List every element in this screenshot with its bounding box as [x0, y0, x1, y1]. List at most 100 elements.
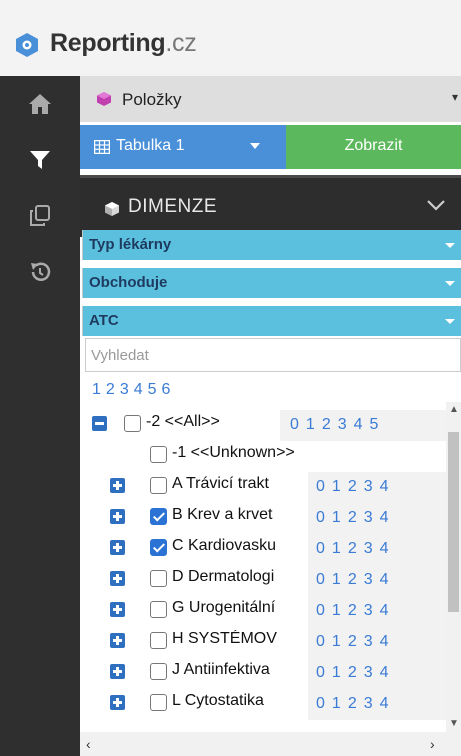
level-link-6[interactable]: 6 — [162, 381, 171, 398]
expand-icon[interactable] — [110, 602, 125, 617]
tree-row-label[interactable]: -1 <<Unknown>> — [172, 444, 432, 462]
tree-row-label[interactable]: A Trávicí trakt — [172, 475, 306, 493]
row-level-link[interactable]: 2 — [348, 571, 357, 588]
row-level-link[interactable]: 1 — [306, 416, 315, 433]
level-link-3[interactable]: 3 — [120, 381, 129, 398]
row-level-link[interactable]: 3 — [364, 633, 373, 650]
row-level-link[interactable]: 2 — [322, 416, 331, 433]
scroll-down-icon[interactable]: ▼ — [449, 718, 459, 729]
level-link-4[interactable]: 4 — [134, 381, 143, 398]
vertical-scrollbar[interactable]: ▲ ▼ — [446, 402, 461, 732]
tree-row-label[interactable]: G Urogenitální — [172, 599, 306, 617]
row-level-link[interactable]: 4 — [380, 571, 389, 588]
row-level-link[interactable]: 1 — [332, 633, 341, 650]
expand-icon[interactable] — [110, 664, 125, 679]
row-level-link[interactable]: 2 — [348, 478, 357, 495]
row-level-link[interactable]: 3 — [364, 571, 373, 588]
row-level-link[interactable]: 4 — [380, 602, 389, 619]
items-selector[interactable]: Položky ▾ — [80, 76, 461, 122]
level-link-5[interactable]: 5 — [148, 381, 157, 398]
row-level-link[interactable]: 0 — [316, 602, 325, 619]
row-level-link[interactable]: 1 — [332, 509, 341, 526]
row-level-link[interactable]: 0 — [316, 540, 325, 557]
nav-copy[interactable] — [0, 192, 80, 240]
tree-row-label[interactable]: D Dermatologi — [172, 568, 306, 586]
tree-checkbox[interactable] — [150, 477, 167, 494]
row-level-link[interactable]: 1 — [332, 664, 341, 681]
dimensions-header[interactable]: DIMENZE — [80, 175, 461, 237]
tree-row-label[interactable]: J Antiinfektiva — [172, 661, 306, 679]
row-level-link[interactable]: 2 — [348, 633, 357, 650]
search-input[interactable] — [85, 338, 461, 372]
filter-trades[interactable]: Obchoduje — [82, 268, 461, 298]
scroll-right-icon[interactable]: › — [430, 736, 435, 752]
row-level-link[interactable]: 2 — [348, 509, 357, 526]
nav-filter[interactable] — [0, 136, 80, 184]
scroll-left-icon[interactable]: ‹ — [86, 736, 91, 752]
tree-row-label[interactable]: C Kardiovasku — [172, 537, 306, 555]
tree-checkbox[interactable] — [150, 694, 167, 711]
row-level-link[interactable]: 2 — [348, 602, 357, 619]
tree-checkbox[interactable] — [124, 415, 141, 432]
show-button[interactable]: Zobrazit — [286, 125, 461, 169]
expand-icon[interactable] — [110, 540, 125, 555]
row-level-link[interactable]: 3 — [364, 509, 373, 526]
level-link-2[interactable]: 2 — [106, 381, 115, 398]
row-level-link[interactable]: 4 — [380, 633, 389, 650]
expand-icon[interactable] — [110, 478, 125, 493]
row-level-link[interactable]: 3 — [364, 602, 373, 619]
row-level-link[interactable]: 2 — [348, 664, 357, 681]
row-level-link[interactable]: 3 — [364, 664, 373, 681]
row-level-link[interactable]: 2 — [348, 695, 357, 712]
table-selector-button[interactable]: Tabulka 1 — [80, 125, 286, 169]
row-level-link[interactable]: 0 — [316, 664, 325, 681]
expand-icon[interactable] — [110, 571, 125, 586]
row-level-link[interactable]: 0 — [316, 633, 325, 650]
tree-checkbox[interactable] — [150, 508, 167, 525]
row-level-link[interactable]: 0 — [316, 509, 325, 526]
row-level-link[interactable]: 3 — [364, 540, 373, 557]
scrollbar-thumb[interactable] — [448, 432, 459, 612]
row-level-link[interactable]: 5 — [370, 416, 379, 433]
tree-checkbox[interactable] — [150, 570, 167, 587]
row-level-link[interactable]: 1 — [332, 478, 341, 495]
brand-logo[interactable]: Reporting.cz — [50, 29, 197, 58]
row-level-link[interactable]: 3 — [364, 695, 373, 712]
tree-checkbox[interactable] — [150, 446, 167, 463]
tree-row-label[interactable]: H SYSTÉMOV — [172, 630, 306, 648]
row-level-link[interactable]: 4 — [380, 695, 389, 712]
row-level-link[interactable]: 1 — [332, 602, 341, 619]
row-level-link[interactable]: 1 — [332, 540, 341, 557]
row-level-link[interactable]: 4 — [380, 540, 389, 557]
row-level-link[interactable]: 4 — [354, 416, 363, 433]
row-level-link[interactable]: 0 — [316, 571, 325, 588]
row-level-link[interactable]: 0 — [316, 695, 325, 712]
row-level-link[interactable]: 4 — [380, 478, 389, 495]
row-level-link[interactable]: 4 — [380, 664, 389, 681]
row-level-link[interactable]: 1 — [332, 695, 341, 712]
row-level-link[interactable]: 4 — [380, 509, 389, 526]
row-level-link[interactable]: 0 — [316, 478, 325, 495]
tree-row-label[interactable]: -2 <<All>> — [146, 413, 270, 431]
tree-row-label[interactable]: B Krev a krvet — [172, 506, 306, 524]
tree-checkbox[interactable] — [150, 601, 167, 618]
expand-icon[interactable] — [110, 633, 125, 648]
expand-icon[interactable] — [110, 509, 125, 524]
nav-home[interactable] — [0, 80, 80, 128]
collapse-icon[interactable] — [92, 416, 107, 431]
tree-checkbox[interactable] — [150, 632, 167, 649]
filter-pharmacy-type[interactable]: Typ lékárny — [82, 230, 461, 260]
level-link-1[interactable]: 1 — [92, 381, 101, 398]
expand-icon[interactable] — [110, 695, 125, 710]
row-level-link[interactable]: 0 — [290, 416, 299, 433]
tree-checkbox[interactable] — [150, 539, 167, 556]
row-level-link[interactable]: 3 — [364, 478, 373, 495]
scroll-up-icon[interactable]: ▲ — [449, 404, 459, 415]
horizontal-scrollbar[interactable]: ‹ › — [80, 732, 461, 756]
tree-checkbox[interactable] — [150, 663, 167, 680]
row-level-link[interactable]: 1 — [332, 571, 341, 588]
tree-row-label[interactable]: L Cytostatika — [172, 692, 306, 710]
nav-history[interactable] — [0, 248, 80, 296]
row-level-link[interactable]: 3 — [338, 416, 347, 433]
filter-atc[interactable]: ATC — [82, 306, 461, 336]
